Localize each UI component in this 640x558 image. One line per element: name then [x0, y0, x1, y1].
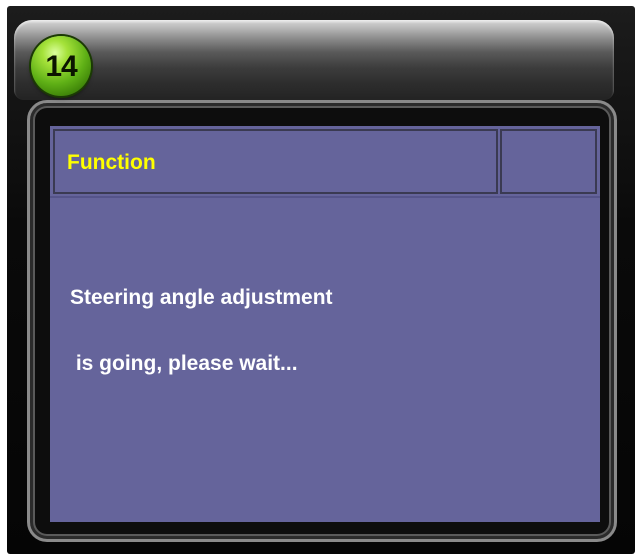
dialog-content: Function Steering angle adjustment is go…: [50, 126, 600, 522]
status-message-line-1: Steering angle adjustment: [70, 286, 333, 309]
title-bar: [14, 20, 614, 100]
step-number-badge: 14: [31, 36, 91, 96]
status-message-line-2: is going, please wait...: [70, 352, 298, 375]
header-title: Function: [67, 151, 156, 174]
screen: 14 Function Steering angle adjustment is…: [0, 0, 640, 558]
step-number: 14: [45, 50, 77, 83]
header-divider: [50, 196, 600, 198]
header-title-cell: Function: [53, 129, 498, 194]
header-side-cell: [500, 129, 597, 194]
